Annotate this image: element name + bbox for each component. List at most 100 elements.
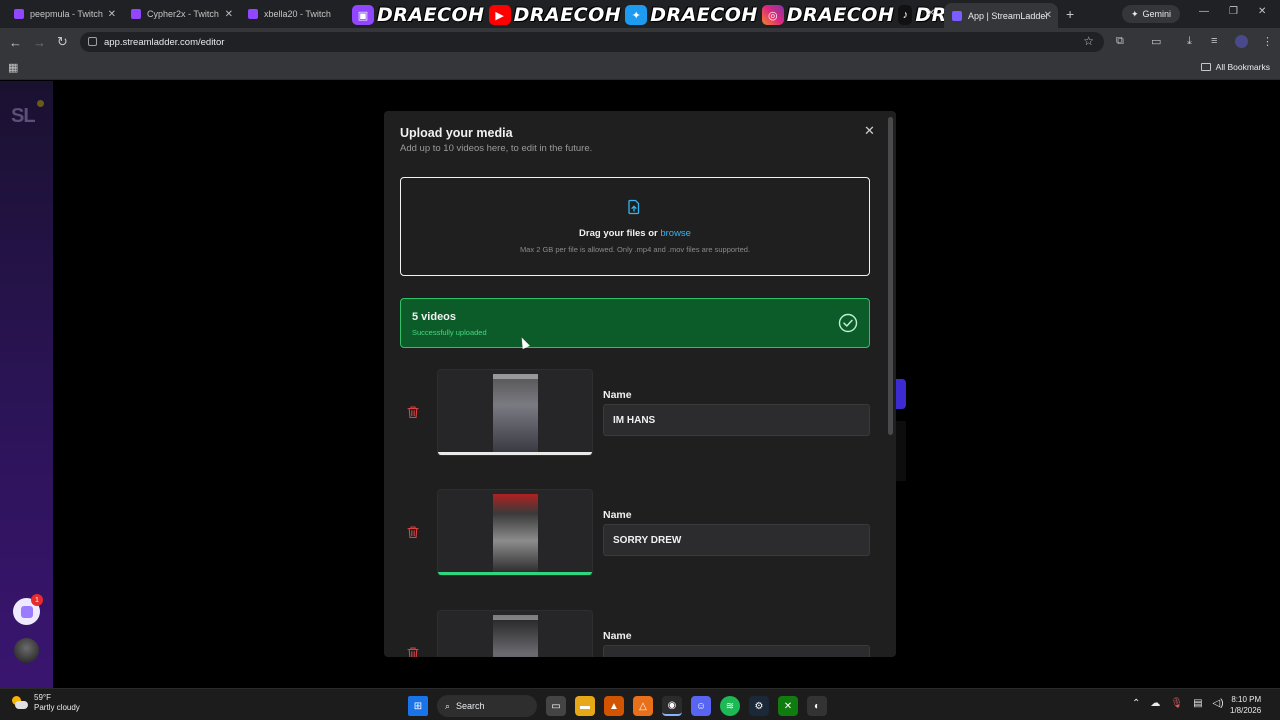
taskbar-clock[interactable]: 8:10 PM 1/8/2026: [1230, 694, 1261, 716]
menu-icon[interactable]: ⋮: [1262, 35, 1273, 48]
file-dropzone[interactable]: Drag your files or browse Max 2 GB per f…: [400, 177, 870, 276]
trash-icon[interactable]: [406, 646, 420, 657]
profile-avatar[interactable]: [1235, 35, 1248, 48]
gemini-button[interactable]: ✦ Gemini: [1122, 5, 1181, 23]
streamer-handles-overlay: ▣ DRAECOH ▶ DRAECOH ✦ DRAECOH ◎ DRAECOH …: [352, 4, 1023, 26]
youtube-logo-icon: ▶: [488, 5, 511, 25]
apps-grid-icon[interactable]: ▦: [8, 61, 18, 74]
taskbar-apps: ⊞ ⌕ Search ▭ ▬ ▲ △ ◉ ☺ ≋ ⚙ ✕ ◐: [408, 695, 827, 717]
tab-cypher2x[interactable]: Cypher2x - Twitch ✕: [123, 3, 239, 25]
file-explorer-icon[interactable]: ▬: [575, 696, 595, 716]
cast-icon[interactable]: ▭: [1151, 35, 1161, 48]
obs-icon[interactable]: ◐: [807, 696, 827, 716]
upload-media-modal: Upload your media Add up to 10 videos he…: [384, 111, 896, 657]
all-bookmarks-button[interactable]: All Bookmarks: [1200, 62, 1270, 72]
name-label: Name: [603, 509, 632, 521]
video-item: Name: [384, 489, 896, 579]
network-icon[interactable]: ▤: [1193, 698, 1202, 709]
sparkle-icon: ✦: [1131, 8, 1139, 19]
microphone-icon[interactable]: 🎙: [1170, 698, 1183, 709]
user-avatar[interactable]: [14, 638, 39, 663]
download-icon[interactable]: ⤓: [1187, 35, 1192, 48]
twitch-icon: [14, 9, 24, 19]
upload-file-icon: [628, 199, 640, 215]
twitter-handle: ✦ DRAECOH: [625, 4, 758, 26]
close-icon[interactable]: ✕: [225, 9, 233, 20]
video-thumbnail-card[interactable]: [437, 610, 593, 657]
weather-widget[interactable]: 59°F Partly cloudy: [12, 693, 80, 713]
upload-progress-bar: [438, 572, 592, 575]
logo-indicator: [37, 100, 44, 107]
chevron-up-icon[interactable]: ⌃: [1132, 698, 1140, 709]
partly-cloudy-icon: [12, 696, 28, 710]
video-thumbnail-card[interactable]: [437, 369, 593, 456]
video-name-input[interactable]: [603, 645, 870, 657]
window-close-icon[interactable]: ✕: [1258, 6, 1266, 17]
vlc-icon[interactable]: △: [633, 696, 653, 716]
chrome-icon[interactable]: ◉: [662, 696, 682, 716]
new-tab-button[interactable]: +: [1066, 6, 1074, 22]
browse-link[interactable]: browse: [660, 228, 691, 239]
brave-icon[interactable]: ▲: [604, 696, 624, 716]
tab-peepmula[interactable]: peepmula - Twitch ✕: [6, 3, 122, 25]
date: 1/8/2026: [1230, 706, 1262, 715]
video-name-input[interactable]: [603, 524, 870, 556]
tab-title: peepmula - Twitch: [30, 9, 103, 19]
close-icon[interactable]: ✕: [1044, 10, 1052, 21]
name-label: Name: [603, 389, 632, 401]
video-item: Name: [384, 369, 896, 459]
upload-status-message: Successfully uploaded: [412, 328, 487, 337]
windows-taskbar: 59°F Partly cloudy ⊞ ⌕ Search ▭ ▬ ▲ △ ◉ …: [0, 688, 1280, 720]
trash-icon[interactable]: [406, 525, 420, 539]
tab-title: xbella20 - Twitch: [264, 9, 331, 19]
video-thumbnail-card[interactable]: [437, 489, 593, 576]
search-icon: ⌕: [445, 700, 451, 711]
youtube-handle: ▶ DRAECOH: [488, 4, 622, 26]
streamladder-icon: [952, 10, 962, 21]
discord-icon[interactable]: ☺: [691, 696, 711, 716]
close-icon[interactable]: ✕: [864, 123, 875, 139]
trash-icon[interactable]: [406, 405, 420, 419]
twitch-icon: [248, 9, 258, 19]
tiktok-logo-icon: ♪: [898, 5, 913, 25]
app-sidebar: SL 1: [0, 81, 53, 688]
tab-streamladder[interactable]: App | StreamLadder ✕: [944, 3, 1058, 28]
upload-progress-bar: [438, 452, 592, 455]
streamladder-page: SL 1 Upload your media Add up to 10 vide…: [0, 81, 1280, 688]
temperature: 59°F: [34, 693, 51, 702]
xbox-icon[interactable]: ✕: [778, 696, 798, 716]
minimize-icon[interactable]: —: [1199, 6, 1209, 17]
streamladder-logo[interactable]: SL: [11, 105, 36, 128]
windows-start-icon[interactable]: ⊞: [408, 696, 428, 716]
volume-icon[interactable]: ◁): [1213, 698, 1224, 709]
address-bar[interactable]: app.streamladder.com/editor ☆: [80, 32, 1104, 52]
tab-title: Cypher2x - Twitch: [147, 9, 219, 19]
twitch-handle: ▣ DRAECOH: [352, 4, 485, 26]
spotify-icon[interactable]: ≋: [720, 696, 740, 716]
onedrive-icon[interactable]: ☁: [1150, 698, 1160, 709]
extensions-icon[interactable]: ⧉: [1116, 35, 1124, 48]
back-icon[interactable]: ←: [9, 35, 22, 50]
restore-icon[interactable]: ❐: [1229, 6, 1238, 17]
folder-icon: [1200, 63, 1211, 71]
url-text: app.streamladder.com/editor: [104, 36, 225, 48]
weather-condition: Partly cloudy: [34, 703, 80, 712]
forward-icon[interactable]: →: [33, 35, 46, 50]
bookmark-star-icon[interactable]: ☆: [1083, 34, 1094, 48]
task-view-icon[interactable]: ▭: [546, 696, 566, 716]
check-circle-icon: [838, 313, 858, 333]
video-name-input[interactable]: [603, 404, 870, 436]
video-item: Name: [384, 610, 896, 657]
dropzone-text: Drag your files or browse: [579, 228, 691, 239]
close-icon[interactable]: ✕: [108, 9, 116, 20]
steam-icon[interactable]: ⚙: [749, 696, 769, 716]
taskbar-search[interactable]: ⌕ Search: [437, 695, 537, 717]
media-icon[interactable]: ≡: [1211, 35, 1217, 47]
close-icon[interactable]: ✕: [927, 8, 935, 19]
twitter-logo-icon: ✦: [625, 5, 648, 25]
instagram-logo-icon: ◎: [761, 5, 784, 25]
tab-xbella20[interactable]: xbella20 - Twitch: [240, 3, 350, 25]
site-info-icon[interactable]: [88, 37, 97, 46]
dropzone-hint: Max 2 GB per file is allowed. Only .mp4 …: [519, 245, 751, 254]
reload-icon[interactable]: ↻: [57, 34, 68, 50]
